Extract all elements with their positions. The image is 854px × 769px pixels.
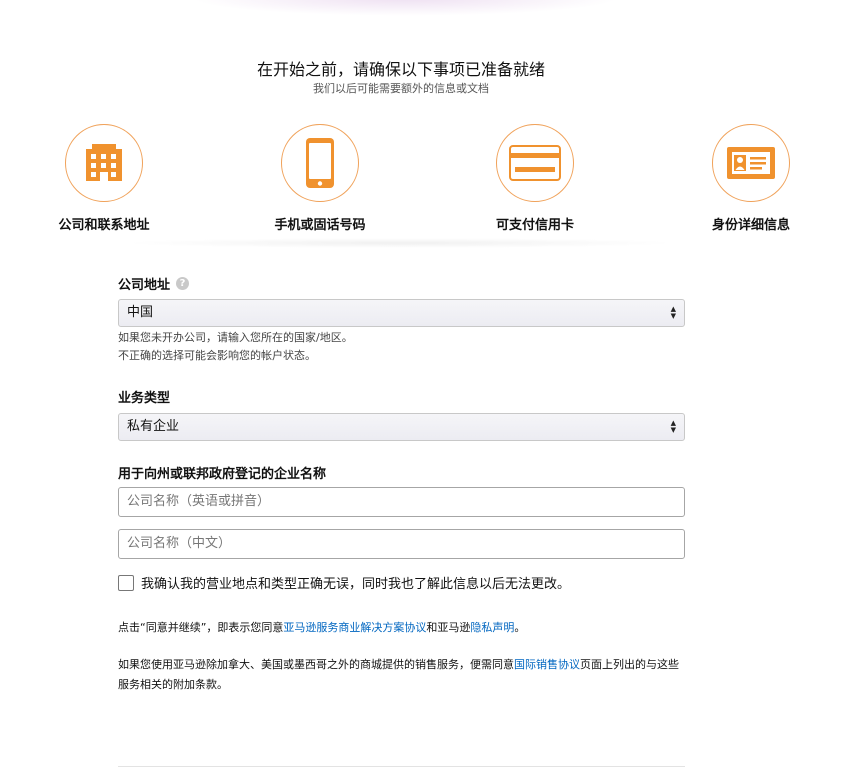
agreement-suffix: 。 bbox=[514, 621, 526, 634]
page-subtitle: 我们以后可能需要额外的信息或文档 bbox=[313, 82, 489, 95]
select-arrows-icon: ▲ ▼ bbox=[670, 305, 676, 320]
business-type-label: 业务类型 bbox=[118, 391, 171, 406]
bottom-divider bbox=[118, 766, 685, 767]
business-type-selected-value: 私有企业 bbox=[127, 419, 180, 434]
step-icon-circle bbox=[281, 124, 359, 202]
business-type-select[interactable]: 私有企业 ▲ ▼ bbox=[118, 413, 685, 441]
select-arrows-icon: ▲ ▼ bbox=[670, 419, 676, 434]
section-divider-shadow bbox=[120, 238, 680, 248]
credit-card-icon bbox=[509, 145, 561, 181]
confirm-label: 我确认我的营业地点和类型正确无误，同时我也了解此信息以后无法更改。 bbox=[141, 577, 571, 592]
privacy-notice-link[interactable]: 隐私声明 bbox=[470, 621, 514, 634]
company-address-select[interactable]: 中国 ▲ ▼ bbox=[118, 299, 685, 327]
agreement-prefix: 点击“同意并继续”，即表示您同意 bbox=[118, 621, 284, 634]
confirm-checkbox[interactable] bbox=[118, 574, 134, 591]
phone-icon bbox=[306, 138, 334, 188]
confirm-row: 我确认我的营业地点和类型正确无误，同时我也了解此信息以后无法更改。 bbox=[118, 573, 685, 592]
step-label: 身份详细信息 bbox=[711, 218, 790, 233]
international-prefix: 如果您使用亚马逊除加拿大、美国或墨西哥之外的商城提供的销售服务，便需同意 bbox=[118, 658, 514, 671]
business-solutions-agreement-link[interactable]: 亚马逊服务商业解决方案协议 bbox=[283, 621, 426, 634]
step-icon-circle bbox=[496, 124, 574, 202]
company-name-english-input[interactable]: 公司名称（英语或拼音） bbox=[118, 487, 685, 517]
company-name-chinese-input[interactable]: 公司名称（中文） bbox=[118, 529, 685, 559]
step-label: 可支付信用卡 bbox=[495, 218, 574, 233]
step-identity: 身份详细信息 bbox=[681, 124, 821, 233]
company-name-label: 用于向州或联邦政府登记的企业名称 bbox=[118, 467, 327, 482]
company-address-label-text: 公司地址 bbox=[118, 278, 171, 293]
step-phone: 手机或固话号码 bbox=[250, 124, 390, 233]
agreement-middle: 和亚马逊 bbox=[426, 621, 471, 634]
international-text: 如果您使用亚马逊除加拿大、美国或墨西哥之外的商城提供的销售服务，便需同意国际销售… bbox=[118, 655, 688, 695]
company-address-label: 公司地址 ? bbox=[118, 274, 685, 293]
agreement-text: 点击“同意并继续”，即表示您同意亚马逊服务商业解决方案协议和亚马逊隐私声明。 bbox=[118, 618, 685, 638]
step-credit-card: 可支付信用卡 bbox=[465, 124, 605, 233]
step-icon-circle bbox=[712, 124, 790, 202]
company-address-hint-1: 如果您未开办公司，请输入您所在的国家/地区。 bbox=[118, 331, 353, 344]
step-label: 公司和联系地址 bbox=[58, 218, 150, 233]
top-glow-decoration bbox=[190, 0, 620, 16]
id-card-icon bbox=[727, 147, 775, 179]
step-company-address: 公司和联系地址 bbox=[34, 124, 174, 233]
step-label: 手机或固话号码 bbox=[274, 218, 366, 233]
step-icon-circle bbox=[65, 124, 143, 202]
building-icon bbox=[86, 144, 122, 181]
page-title: 在开始之前，请确保以下事项已准备就绪 bbox=[256, 60, 545, 79]
international-selling-agreement-link[interactable]: 国际销售协议 bbox=[514, 658, 580, 671]
company-address-hint-2: 不正确的选择可能会影响您的帐户状态。 bbox=[118, 349, 316, 362]
help-icon[interactable]: ? bbox=[176, 277, 190, 290]
company-address-selected-value: 中国 bbox=[127, 305, 154, 320]
registration-form: 公司地址 ? 中国 ▲ ▼ 如果您未开办公司，请输入您所在的国家/地区。 不正确的… bbox=[118, 274, 685, 695]
